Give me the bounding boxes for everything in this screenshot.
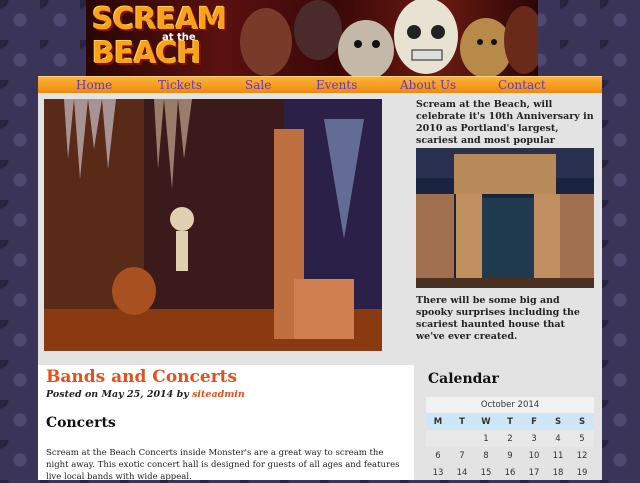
calendar-day[interactable]: 12 [570, 447, 594, 464]
calendar-day[interactable]: 6 [426, 447, 450, 464]
calendar-widget: October 2014 M T W T F S S 1 2 3 4 5 6 7… [426, 397, 594, 481]
content-area: Scream at the Beach, will celebrate it's… [38, 93, 602, 482]
surprise-caption: There will be some big and spooky surpri… [416, 295, 580, 342]
nav-events[interactable]: Events [316, 77, 357, 93]
post-meta: Posted on May 25, 2014 by siteadmin [46, 389, 245, 400]
post-body: Scream at the Beach Concerts inside Mons… [46, 448, 400, 482]
header-banner: SCREAM at the BEACH [86, 0, 538, 76]
site-logo[interactable]: SCREAM at the BEACH [90, 2, 230, 74]
weekday-header: S [546, 413, 570, 430]
nav-about-us[interactable]: About Us [400, 77, 456, 93]
calendar-day [426, 430, 450, 447]
calendar-day[interactable]: 13 [426, 464, 450, 481]
calendar-title: Calendar [428, 371, 499, 387]
calendar-day[interactable]: 18 [546, 464, 570, 481]
calendar-day[interactable]: 2 [498, 430, 522, 447]
calendar-day[interactable]: 14 [450, 464, 474, 481]
weekday-header: W [474, 413, 498, 430]
calendar-day[interactable]: 4 [546, 430, 570, 447]
logo-text-scream: SCREAM [92, 2, 227, 37]
calendar-day[interactable]: 5 [570, 430, 594, 447]
calendar-day[interactable]: 11 [546, 447, 570, 464]
nav-home[interactable]: Home [76, 77, 112, 93]
weekday-header: T [498, 413, 522, 430]
logo-text-beach: BEACH [92, 36, 202, 71]
calendar-day[interactable]: 19 [570, 464, 594, 481]
calendar-day[interactable]: 15 [474, 464, 498, 481]
calendar-day [450, 430, 474, 447]
post-author-link[interactable]: siteadmin [192, 389, 245, 400]
blog-post: Bands and Concerts Posted on May 25, 201… [38, 365, 414, 482]
post-subheading: Concerts [46, 415, 116, 431]
weekday-header: T [450, 413, 474, 430]
post-title[interactable]: Bands and Concerts [46, 367, 237, 387]
nav-sale[interactable]: Sale [245, 77, 271, 93]
calendar-day[interactable]: 7 [450, 447, 474, 464]
calendar-day[interactable]: 3 [522, 430, 546, 447]
calendar-day[interactable]: 16 [498, 464, 522, 481]
nav-tickets[interactable]: Tickets [158, 77, 202, 93]
calendar-day[interactable]: 17 [522, 464, 546, 481]
calendar-day[interactable]: 9 [498, 447, 522, 464]
haunted-house-hero-image [44, 99, 382, 351]
haunted-entrance-image [416, 148, 594, 288]
calendar-day[interactable]: 10 [522, 447, 546, 464]
weekday-header: M [426, 413, 450, 430]
main-navigation: Home Tickets Sale Events About Us Contac… [38, 76, 602, 94]
calendar-month: October 2014 [426, 397, 594, 413]
monster-faces-illustration [240, 0, 538, 76]
post-date: Posted on May 25, 2014 by [46, 389, 193, 400]
weekday-header: F [522, 413, 546, 430]
calendar-day[interactable]: 1 [474, 430, 498, 447]
calendar-day[interactable]: 8 [474, 447, 498, 464]
weekday-header: S [570, 413, 594, 430]
nav-contact[interactable]: Contact [498, 77, 546, 93]
